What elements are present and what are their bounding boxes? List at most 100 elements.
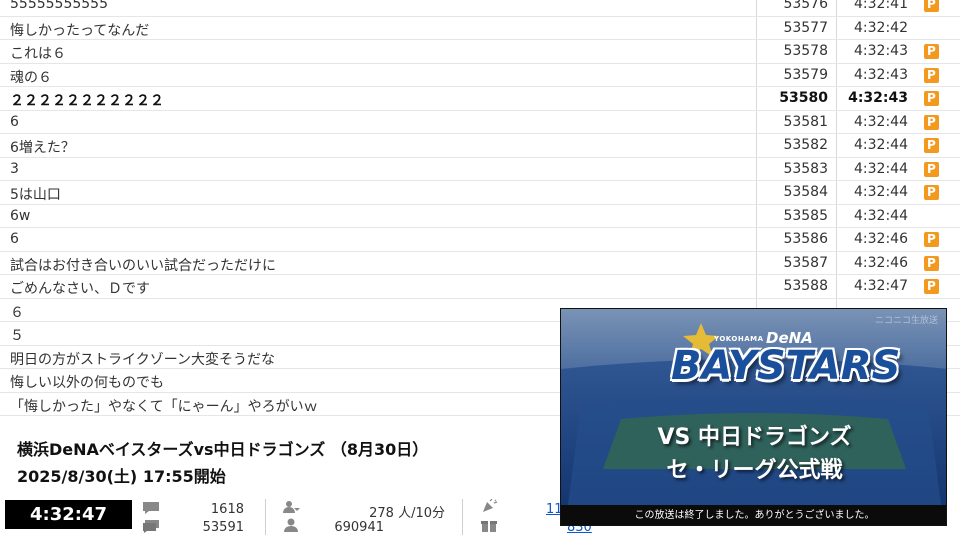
comment-count-total: 53591 — [202, 520, 244, 535]
comment-text: これは６ — [10, 46, 66, 62]
comment-time: 4:32:46 — [854, 254, 908, 271]
premium-badge-label: P — [927, 138, 936, 152]
program-info: 横浜DeNAベイスターズvs中日ドラゴンズ （8月30日） 2025/8/30(… — [0, 428, 560, 498]
comment-text: ２２２２２２２２２２２ — [10, 93, 164, 109]
comment-text: 6 — [10, 231, 19, 247]
gift-icon — [481, 521, 497, 532]
comment-icon — [143, 502, 159, 514]
premium-badge-label: P — [927, 0, 936, 11]
comment-text: ５ — [10, 328, 24, 344]
league-text: セ・リーグ公式戦 — [666, 458, 843, 483]
premium-badge-icon: P — [924, 232, 939, 247]
comment-text: 6w — [10, 207, 31, 224]
comment-number: 53588 — [783, 278, 828, 294]
comment-text: 5は山口 — [10, 187, 61, 203]
premium-badge-label: P — [927, 91, 936, 105]
premium-badge-label: P — [927, 185, 936, 199]
premium-badge-label: P — [927, 279, 936, 293]
premium-badge-icon: P — [924, 138, 939, 153]
comment-number: 53585 — [783, 207, 828, 224]
video-player[interactable]: ニコニコ生放送 YOKOHAMA DeNA BAYSTARS VS 中日ドラゴン… — [560, 308, 947, 526]
comment-row[interactable]: 試合はお付き合いのいい試合だっただけに 53587 4:32:46 P — [0, 252, 960, 275]
comment-time: 4:32:47 — [854, 278, 908, 294]
premium-badge-label: P — [927, 114, 936, 129]
comment-text: 明日の方がストライクゾーン大変そうだな — [10, 351, 276, 368]
comment-text: ６ — [10, 304, 24, 321]
person-icon — [284, 518, 298, 532]
comment-time: 4:32:46 — [854, 231, 908, 247]
comment-row[interactable]: ２２２２２２２２２２２ 53580 4:32:43 P — [0, 87, 960, 111]
comment-number: 53581 — [783, 113, 828, 130]
premium-badge-icon: P — [924, 67, 939, 83]
comment-text: 6増えた？ — [10, 140, 75, 156]
comment-row[interactable]: ごめんなさい、Ｄです 53588 4:32:47 P — [0, 275, 960, 299]
visitors-per-10min: 278 人/10分 — [369, 506, 445, 521]
comment-number: 53586 — [783, 231, 828, 247]
stats-divider — [462, 499, 463, 535]
comment-text: 悔しかったってなんだ — [10, 22, 150, 39]
program-title: 横浜DeNAベイスターズvs中日ドラゴンズ （8月30日） — [17, 440, 429, 459]
comment-row[interactable]: 55555555555 53576 4:32:41 P — [0, 0, 960, 17]
premium-badge-label: P — [927, 255, 936, 270]
comment-time: 4:32:44 — [854, 207, 908, 224]
comment-number: 53578 — [783, 43, 828, 59]
comment-text: 3 — [10, 160, 19, 177]
broadcast-ended-caption: この放送は終了しました。ありがとうございました。 — [561, 505, 946, 525]
comment-number: 53577 — [783, 19, 828, 36]
comment-time: 4:32:43 — [854, 66, 908, 83]
comment-number: 53580 — [779, 90, 828, 106]
comment-text: 「悔しかった」やなくて「にゃーん」やろがいｗ — [10, 398, 318, 415]
party-popper-icon — [483, 499, 498, 512]
comment-time: 4:32:44 — [854, 137, 908, 153]
comment-number: 53576 — [783, 0, 828, 12]
premium-badge-icon: P — [924, 279, 939, 294]
comment-stack-icon — [143, 520, 159, 533]
premium-badge-icon: P — [924, 185, 939, 200]
comment-row[interactable]: 6増えた？ 53582 4:32:44 P — [0, 134, 960, 158]
comment-row[interactable]: 5は山口 53584 4:32:44 P — [0, 181, 960, 205]
comment-row[interactable]: 6 53581 4:32:44 P — [0, 111, 960, 134]
comment-text: 悔しい以外の何ものでも — [10, 375, 164, 391]
comment-row[interactable]: 悔しかったってなんだ 53577 4:32:42 — [0, 17, 960, 40]
premium-badge-label: P — [927, 161, 936, 176]
premium-badge-icon: P — [924, 44, 939, 59]
program-start-date: 2025/8/30(土) 17:55開始 — [17, 467, 226, 486]
premium-badge-icon: P — [924, 114, 939, 130]
team-city-label: YOKOHAMA — [714, 335, 764, 343]
comment-time: 4:32:41 — [854, 0, 908, 12]
comment-number: 53582 — [783, 137, 828, 153]
comment-time: 4:32:44 — [854, 160, 908, 177]
comment-row[interactable]: 6w 53585 4:32:44 — [0, 205, 960, 228]
comment-row[interactable]: 3 53583 4:32:44 P — [0, 158, 960, 181]
comment-row[interactable]: 魂の６ 53579 4:32:43 P — [0, 64, 960, 87]
comment-time: 4:32:44 — [854, 113, 908, 130]
comment-row[interactable]: 6 53586 4:32:46 P — [0, 228, 960, 252]
premium-badge-label: P — [927, 44, 936, 58]
user-icon — [283, 501, 300, 513]
premium-badge-icon: P — [924, 0, 939, 12]
comment-text: 魂の６ — [10, 69, 52, 86]
premium-badge-icon: P — [924, 255, 939, 271]
elapsed-time: 4:32:47 — [5, 500, 132, 529]
comment-time: 4:32:44 — [854, 184, 908, 200]
premium-badge-icon: P — [924, 91, 939, 106]
comment-number: 53587 — [783, 254, 828, 271]
comment-time: 4:32:43 — [848, 90, 908, 106]
comment-text: 6 — [10, 113, 19, 130]
comment-time: 4:32:43 — [854, 43, 908, 59]
watermark: ニコニコ生放送 — [874, 316, 938, 326]
comment-row[interactable]: これは６ 53578 4:32:43 P — [0, 40, 960, 64]
comment-text: 試合はお付き合いのいい試合だっただけに — [10, 257, 276, 274]
comment-number: 53584 — [783, 184, 828, 200]
comment-count-recent: 1618 — [210, 502, 244, 517]
comment-time: 4:32:42 — [854, 19, 908, 36]
visitors-total: 690941 — [334, 520, 384, 535]
comment-text: 55555555555 — [10, 0, 108, 12]
premium-badge-label: P — [927, 67, 936, 82]
comment-number: 53583 — [783, 160, 828, 177]
comment-number: 53579 — [783, 66, 828, 83]
premium-badge-label: P — [927, 232, 936, 246]
comment-text: ごめんなさい、Ｄです — [10, 281, 150, 297]
matchup-text: VS 中日ドラゴンズ — [657, 425, 852, 450]
stats-divider — [265, 499, 266, 535]
